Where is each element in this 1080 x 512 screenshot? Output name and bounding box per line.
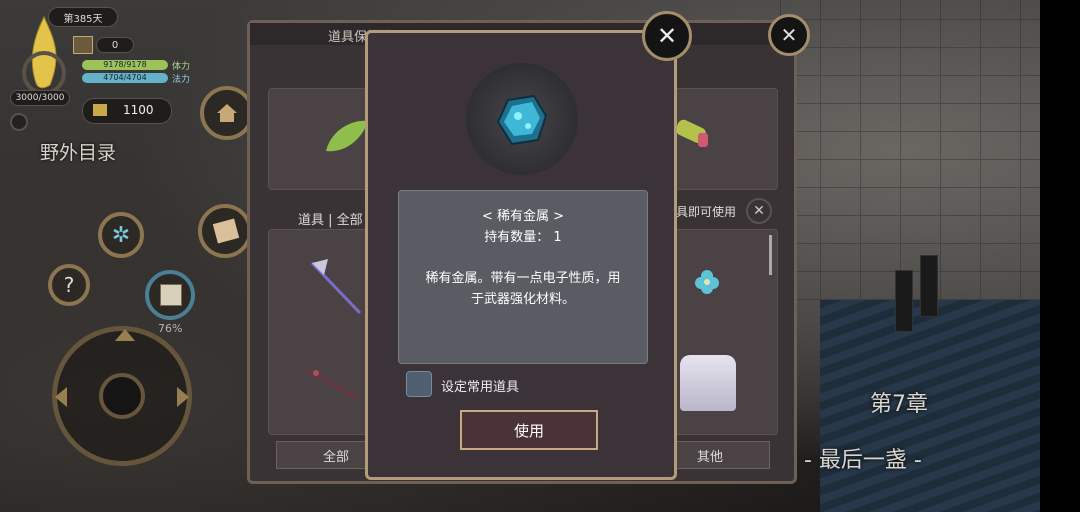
gold-icon: [93, 104, 107, 116]
gold-value: 1100: [123, 103, 154, 117]
axe-weapon-icon[interactable]: [306, 257, 366, 317]
gold-counter: 1100: [82, 98, 172, 124]
item-description-line2: 于武器强化材料。: [470, 292, 575, 307]
map-button[interactable]: [198, 204, 252, 258]
area-name: 野外目录: [40, 142, 117, 164]
day-counter: 第385天: [48, 7, 118, 27]
screen-edge-bar: [1040, 0, 1080, 512]
joystick-knob[interactable]: [99, 373, 145, 419]
flame-emblem-icon: [20, 15, 68, 95]
mp-label: 法力: [172, 75, 191, 85]
dialog-close-button[interactable]: ✕: [642, 11, 692, 61]
tab-other-label: 其他: [696, 449, 723, 465]
hint-close-icon[interactable]: ✕: [746, 198, 772, 224]
mp-value: 4704/4704: [103, 73, 147, 82]
arrow-right-icon: [177, 387, 189, 407]
use-button-label: 使用: [513, 421, 544, 440]
close-icon: ✕: [656, 22, 678, 50]
close-icon: ✕: [780, 23, 798, 47]
chimney: [895, 270, 913, 332]
filter-label: 道具 | 全部: [298, 213, 363, 228]
item-info-box: < 稀有金属 > 持有数量： 1 稀有金属。带有一点电子性质，用 于武器强化材料…: [398, 190, 648, 364]
robe-outfit-icon[interactable]: [680, 355, 736, 411]
thorn-branch-icon[interactable]: [302, 363, 362, 403]
day-text: 第385天: [63, 13, 103, 25]
flower-item-icon[interactable]: [692, 267, 722, 297]
use-button[interactable]: 使用: [460, 410, 598, 450]
status-orb-icon: [10, 113, 28, 131]
chest-icon: [73, 36, 93, 54]
mp-bar: 4704/4704: [82, 73, 168, 83]
rare-metal-gem-icon: [496, 94, 548, 146]
favorite-label: 设定常用道具: [441, 380, 520, 395]
calendar-icon: [160, 284, 182, 306]
box-count-text: 0: [111, 39, 119, 51]
virtual-joystick[interactable]: [52, 326, 192, 466]
filter-tab[interactable]: 道具 | 全部: [276, 203, 376, 232]
help-button[interactable]: ?: [48, 264, 90, 306]
tab-all-label: 全部: [322, 449, 349, 465]
chapter-number: 第7章: [870, 392, 928, 417]
stone-floor: [780, 0, 1040, 300]
scrollbar[interactable]: [769, 235, 772, 275]
arrow-up-icon: [115, 329, 135, 341]
storage-close-button[interactable]: ✕: [768, 14, 810, 56]
calendar-button[interactable]: [145, 270, 195, 320]
progress-percent: 76%: [158, 322, 183, 335]
hp-bar: 9178/9178: [82, 60, 168, 70]
box-count: 0: [96, 37, 134, 53]
soul-counter: 3000/3000: [10, 90, 70, 106]
house-icon: [217, 104, 237, 122]
map-icon: [212, 218, 240, 244]
question-icon: ?: [63, 273, 75, 297]
gear-icon: ✲: [111, 222, 131, 248]
settings-button[interactable]: ✲: [98, 212, 144, 258]
chapter-title: - 最后一盏 -: [804, 448, 922, 473]
hp-label: 体力: [172, 62, 191, 72]
home-button[interactable]: [200, 86, 254, 140]
hp-value: 9178/9178: [103, 60, 147, 69]
blue-roof: [820, 300, 1040, 512]
arrow-left-icon: [55, 387, 67, 407]
favorite-checkbox[interactable]: [406, 371, 432, 397]
item-name: < 稀有金属 >: [481, 209, 565, 224]
chimney: [920, 255, 938, 317]
item-count: 持有数量： 1: [484, 230, 562, 245]
soul-value: 3000/3000: [15, 93, 65, 103]
use-hint: 具即可使用: [676, 205, 737, 219]
item-description-line1: 稀有金属。带有一点电子性质，用: [425, 271, 621, 286]
